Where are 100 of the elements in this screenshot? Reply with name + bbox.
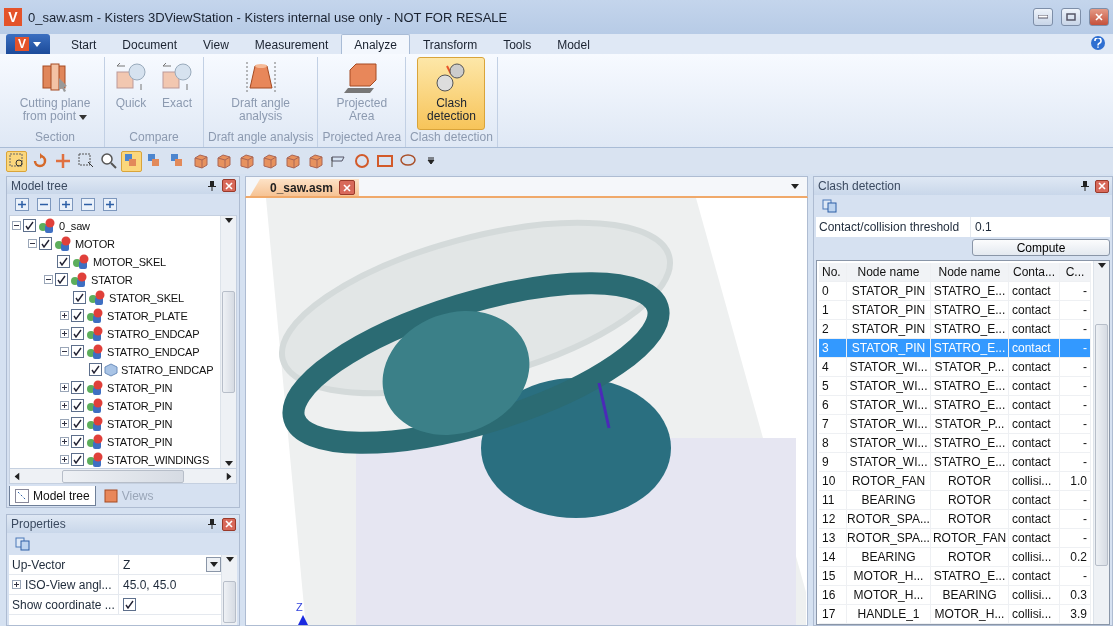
table-row[interactable]: 11 BEARING ROTOR contact - <box>819 491 1091 510</box>
close-button[interactable] <box>338 180 355 195</box>
table-row[interactable]: 4 STATOR_WI... STATOR_P... contact - <box>819 358 1091 377</box>
app-menu-button[interactable]: V <box>6 34 50 54</box>
tree-item[interactable]: STATOR_PIN <box>107 381 173 394</box>
restore-button[interactable] <box>1061 8 1081 26</box>
table-row[interactable]: 6 STATOR_WI... STATRO_E... contact - <box>819 396 1091 415</box>
tree-item[interactable]: STATOR_PIN <box>107 417 173 430</box>
tree-checkbox[interactable] <box>39 237 52 251</box>
pin-icon[interactable] <box>1081 181 1089 191</box>
expander-toggle[interactable] <box>60 311 69 321</box>
help-icon[interactable] <box>1091 36 1105 50</box>
table-row[interactable]: 10 ROTOR_FAN ROTOR collisi... 1.0 <box>819 472 1091 491</box>
expander-toggle[interactable] <box>60 437 69 447</box>
menu-tab[interactable]: Measurement <box>241 34 342 54</box>
table-row[interactable]: 8 STATOR_WI... STATRO_E... contact - <box>819 434 1091 453</box>
scrollbar[interactable] <box>220 215 236 468</box>
close-button[interactable] <box>1089 8 1109 26</box>
close-button[interactable] <box>1095 179 1109 193</box>
tree-item[interactable]: STATRO_ENDCAP <box>107 327 200 340</box>
table-row[interactable]: 7 STATOR_WI... STATOR_P... contact - <box>819 415 1091 434</box>
tree-item[interactable]: MOTOR <box>75 237 115 250</box>
threshold-field[interactable]: 0.1 <box>971 217 1110 237</box>
property-checkbox[interactable] <box>123 598 136 611</box>
scrollbar[interactable] <box>1093 261 1109 624</box>
expand-all-icon[interactable] <box>15 198 29 211</box>
table-row[interactable]: 16 MOTOR_H... BEARING collisi... 0.3 <box>819 586 1091 605</box>
tree-item[interactable]: STATOR_PIN <box>107 399 173 412</box>
table-row[interactable]: 13 ROTOR_SPA... ROTOR_FAN contact - <box>819 529 1091 548</box>
menu-tab[interactable]: Transform <box>409 34 491 54</box>
menu-tab[interactable]: View <box>190 34 242 54</box>
table-row[interactable]: 5 STATOR_WI... STATRO_E... contact - <box>819 377 1091 396</box>
ribbon-button[interactable]: Clash detection <box>417 57 486 130</box>
collapse-icon[interactable] <box>81 198 95 211</box>
tree-item[interactable]: STATRO_ENDCAP <box>107 345 200 358</box>
tree-checkbox[interactable] <box>73 291 86 305</box>
toolbar-button[interactable] <box>6 150 27 172</box>
expander-toggle[interactable] <box>60 401 69 411</box>
menu-tab[interactable]: Tools <box>490 34 545 54</box>
expand-icon[interactable] <box>103 198 117 211</box>
close-button[interactable] <box>222 179 236 193</box>
menu-tab[interactable]: Model <box>544 34 603 54</box>
expander-toggle[interactable] <box>60 347 69 357</box>
caret-icon <box>1097 263 1106 268</box>
menu-tab[interactable]: Analyze <box>341 34 410 54</box>
close-button[interactable] <box>222 517 236 531</box>
pin-icon[interactable] <box>208 519 216 529</box>
table-row[interactable]: 15 MOTOR_H... STATRO_E... contact - <box>819 567 1091 586</box>
table-row[interactable]: 17 HANDLE_1 MOTOR_H... collisi... 3.9 <box>819 605 1091 624</box>
expander-toggle[interactable] <box>60 329 69 339</box>
expander-toggle[interactable] <box>60 419 69 429</box>
tree-item[interactable]: STATOR_SKEL <box>109 291 184 304</box>
menu-tab[interactable]: Start <box>58 34 110 54</box>
tree-checkbox[interactable] <box>71 345 84 359</box>
expander-toggle[interactable] <box>60 383 69 393</box>
tree-item[interactable]: 0_saw <box>59 219 90 232</box>
copy-icon[interactable] <box>822 199 838 213</box>
3d-viewport[interactable]: Z <box>245 198 808 626</box>
expander-toggle[interactable] <box>12 580 21 589</box>
expander-toggle[interactable] <box>60 455 69 465</box>
file-tab[interactable]: 0_saw.asm <box>250 179 359 196</box>
tree-item[interactable]: STATOR <box>91 273 133 286</box>
caret-icon <box>791 184 799 189</box>
tree-item[interactable]: STATOR_WINDINGS <box>107 453 210 466</box>
tree-checkbox[interactable] <box>71 381 84 395</box>
tree-item[interactable]: STATOR_PLATE <box>107 309 188 322</box>
expander-toggle[interactable] <box>44 275 53 285</box>
minimize-button[interactable] <box>1033 8 1053 26</box>
expander-toggle[interactable] <box>28 239 37 249</box>
property-dropdown[interactable]: Z <box>119 555 221 574</box>
tree-checkbox[interactable] <box>71 417 84 431</box>
table-row[interactable]: 1 STATOR_PIN STATRO_E... contact - <box>819 301 1091 320</box>
plus-icon <box>61 312 68 320</box>
pin-icon[interactable] <box>208 180 216 191</box>
tree-checkbox[interactable] <box>71 453 84 467</box>
tree-checkbox[interactable] <box>57 255 70 269</box>
close-icon <box>1095 13 1103 21</box>
tree-item[interactable]: MOTOR_SKEL <box>93 255 166 268</box>
table-row[interactable]: 9 STATOR_WI... STATRO_E... contact - <box>819 453 1091 472</box>
expand-icon[interactable] <box>59 198 73 211</box>
tree-item[interactable]: STATOR_PIN <box>107 435 173 448</box>
table-row[interactable]: 14 BEARING ROTOR collisi... 0.2 <box>819 548 1091 567</box>
collapse-all-icon[interactable] <box>37 198 51 211</box>
panel-tab[interactable]: Model tree <box>9 486 96 507</box>
menu-tab[interactable]: Document <box>109 34 191 54</box>
tree-checkbox[interactable] <box>71 309 84 323</box>
table-row[interactable]: 2 STATOR_PIN STATRO_E... contact - <box>819 320 1091 339</box>
table-row[interactable]: 0 STATOR_PIN STATRO_E... contact - <box>819 282 1091 301</box>
tree-checkbox[interactable] <box>23 219 36 233</box>
tree-checkbox[interactable] <box>71 327 84 341</box>
tree-item[interactable]: STATRO_ENDCAP <box>121 363 214 376</box>
scrollbar[interactable] <box>221 555 237 625</box>
tree-checkbox[interactable] <box>71 435 84 449</box>
tree-checkbox[interactable] <box>89 363 102 377</box>
compute-button[interactable]: Compute <box>972 239 1110 256</box>
expander-toggle[interactable] <box>12 221 21 231</box>
tree-checkbox[interactable] <box>71 399 84 413</box>
copy-icon[interactable] <box>15 537 31 551</box>
tree-checkbox[interactable] <box>55 273 68 287</box>
table-row[interactable]: 12 ROTOR_SPA... ROTOR contact - <box>819 510 1091 529</box>
